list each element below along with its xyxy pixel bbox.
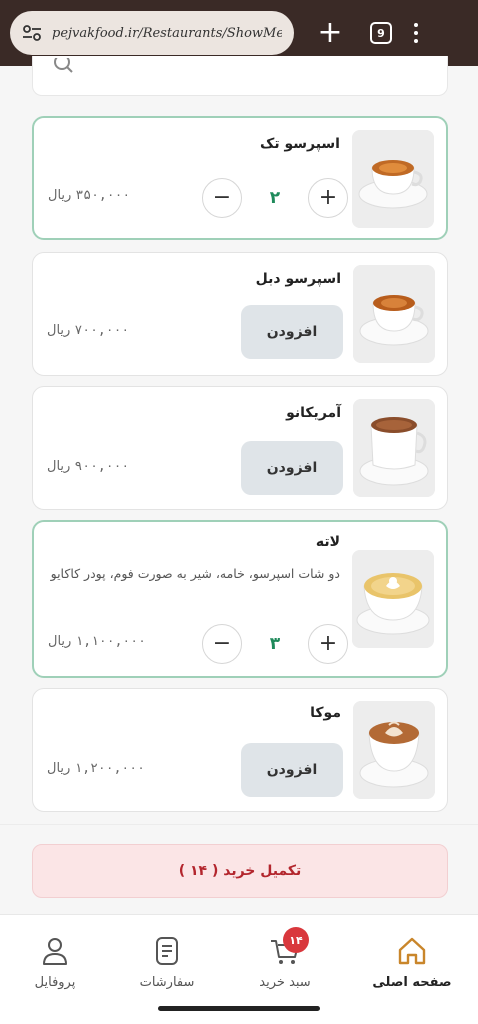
home-indicator [158, 1006, 320, 1011]
price-currency: ریال [48, 634, 72, 649]
price-currency: ریال [47, 761, 71, 776]
search-icon [53, 54, 75, 80]
quantity-value: ۲ [269, 188, 281, 208]
price-value: ۱,۲۰۰,۰۰۰ [74, 761, 145, 776]
divider [0, 824, 478, 825]
product-card: موکا افزودن ۱,۲۰۰,۰۰۰ ریال [32, 688, 448, 812]
url-text: pejvakfood.ir/Restaurants/ShowMe... [52, 25, 282, 41]
product-name: آمریکانو [286, 405, 341, 421]
nav-cart[interactable]: ۱۴ سبد خرید [230, 927, 340, 990]
nav-label: پروفایل [34, 975, 76, 990]
add-to-cart-button[interactable]: افزودن [241, 305, 343, 359]
nav-label: صفحه اصلی [372, 975, 452, 990]
increase-button[interactable]: + [308, 178, 348, 218]
product-card: لاته دو شات اسپرسو، خامه، شیر به صورت فو… [32, 520, 448, 678]
product-card: اسپرسو دبل افزودن ۷۰۰,۰۰۰ ریال [32, 252, 448, 376]
orders-icon [151, 935, 183, 967]
search-box[interactable] [32, 54, 448, 96]
browser-menu-icon[interactable] [414, 23, 418, 43]
checkout-button[interactable]: تکمیل خرید ( ۱۴ ) [32, 844, 448, 898]
add-to-cart-button[interactable]: افزودن [241, 441, 343, 495]
product-image [353, 265, 435, 363]
price-currency: ریال [48, 188, 72, 203]
product-name: موکا [310, 705, 341, 721]
price-value: ۳۵۰,۰۰۰ [75, 188, 131, 203]
cart-count-badge: ۱۴ [283, 927, 309, 953]
nav-label: سبد خرید [259, 975, 311, 990]
tab-count-button[interactable]: 9 [370, 22, 392, 44]
product-price: ۱,۲۰۰,۰۰۰ ریال [47, 761, 145, 776]
product-name: اسپرسو تک [259, 136, 340, 152]
add-to-cart-button[interactable]: افزودن [241, 743, 343, 797]
decrease-button[interactable]: − [202, 178, 242, 218]
decrease-button[interactable]: − [202, 624, 242, 664]
product-card: آمریکانو افزودن ۹۰۰,۰۰۰ ریال [32, 386, 448, 510]
increase-button[interactable]: + [308, 624, 348, 664]
product-image [353, 399, 435, 497]
new-tab-icon[interactable]: + [316, 18, 344, 48]
quantity-value: ۳ [269, 634, 281, 654]
quantity-stepper: − ۳ + [202, 624, 348, 664]
product-image [352, 130, 434, 228]
nav-orders[interactable]: سفارشات [112, 935, 222, 990]
nav-profile[interactable]: پروفایل [0, 935, 110, 990]
nav-label: سفارشات [139, 975, 195, 990]
price-value: ۹۰۰,۰۰۰ [74, 459, 130, 474]
product-price: ۷۰۰,۰۰۰ ریال [47, 323, 129, 338]
price-currency: ریال [47, 323, 71, 338]
site-settings-icon[interactable] [22, 24, 42, 42]
restaurant-menu-page: اسپرسو تک − ۲ + ۳۵۰,۰۰۰ ریال اسپرسو دبل … [0, 54, 478, 1024]
cart-icon: ۱۴ [269, 927, 309, 967]
product-description: دو شات اسپرسو، خامه، شیر به صورت فوم، پو… [50, 566, 340, 581]
product-price: ۳۵۰,۰۰۰ ریال [48, 188, 130, 203]
product-name: اسپرسو دبل [255, 271, 341, 287]
profile-icon [39, 935, 71, 967]
price-currency: ریال [47, 459, 71, 474]
product-card: اسپرسو تک − ۲ + ۳۵۰,۰۰۰ ریال [32, 116, 448, 240]
nav-home[interactable]: صفحه اصلی [357, 935, 467, 990]
price-value: ۱,۱۰۰,۰۰۰ [75, 634, 146, 649]
product-price: ۱,۱۰۰,۰۰۰ ریال [48, 634, 146, 649]
product-image [352, 550, 434, 648]
product-name: لاته [315, 534, 340, 550]
price-value: ۷۰۰,۰۰۰ [74, 323, 130, 338]
product-price: ۹۰۰,۰۰۰ ریال [47, 459, 129, 474]
product-image [353, 701, 435, 799]
quantity-stepper: − ۲ + [202, 178, 348, 218]
address-bar[interactable]: pejvakfood.ir/Restaurants/ShowMe... [10, 11, 294, 55]
home-icon [396, 935, 428, 967]
